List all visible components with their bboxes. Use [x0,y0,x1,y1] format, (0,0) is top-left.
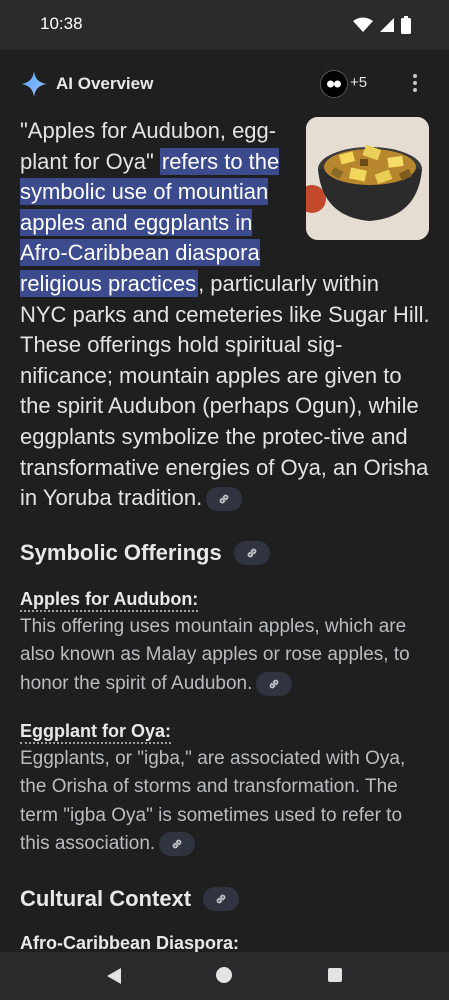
apples-text-body: This offering uses mountain apples, whic… [20,616,410,694]
source-avatar[interactable] [320,70,348,98]
status-time: 10:38 [40,14,83,33]
sparkle-icon [21,71,47,97]
more-sources-count[interactable]: +5 [350,74,367,91]
link-icon [219,494,229,504]
link-icon [172,839,182,849]
summary-text: , particularly within NYC parks and ceme… [20,270,430,511]
apples-text: This offering uses mountain apples, whic… [20,613,432,698]
eggplant-link-button[interactable] [159,831,196,856]
status-bar: 10:38 [0,0,449,50]
symbolic-link-button[interactable] [233,541,270,565]
link-icon [216,894,226,904]
ai-overview-title: AI Overview [56,74,154,93]
overview-summary: "Apples for Audubon, egg-plant for Oya" … [20,116,430,514]
ai-overview-panel: AI Overview +5 "Apples for Audubon, egg-… [0,50,449,952]
home-icon[interactable] [216,967,232,983]
image-spacer [286,116,430,242]
cultural-heading-text: Cultural Context [20,886,192,911]
more-vert-icon[interactable] [412,74,418,94]
section-heading-symbolic: Symbolic Offerings [20,540,270,566]
battery-icon [401,16,411,34]
ai-overview-header: AI Overview +5 [20,68,430,100]
back-icon[interactable] [106,967,122,985]
section-heading-cultural: Cultural Context [20,886,240,912]
apples-title[interactable]: Apples for Audubon: [20,588,199,612]
link-icon [247,548,257,558]
source-logo-icon [327,80,341,88]
eggplant-text: Eggplants, or "igba," are associated wit… [20,745,432,858]
wifi-icon [353,17,373,32]
link-icon [270,679,279,688]
diaspora-title[interactable]: Afro-Caribbean Diaspora: [20,932,239,952]
symbolic-heading-text: Symbolic Offerings [20,540,222,565]
recents-icon[interactable] [328,968,342,982]
signal-icon [380,18,394,32]
cultural-link-button[interactable] [203,887,240,911]
status-icons [353,16,411,34]
eggplant-text-body: Eggplants, or "igba," are associated wit… [20,748,406,854]
apples-link-button[interactable] [256,671,293,696]
navigation-bar [0,952,449,1000]
eggplant-title[interactable]: Eggplant for Oya: [20,720,172,744]
summary-link-button[interactable] [206,487,243,512]
